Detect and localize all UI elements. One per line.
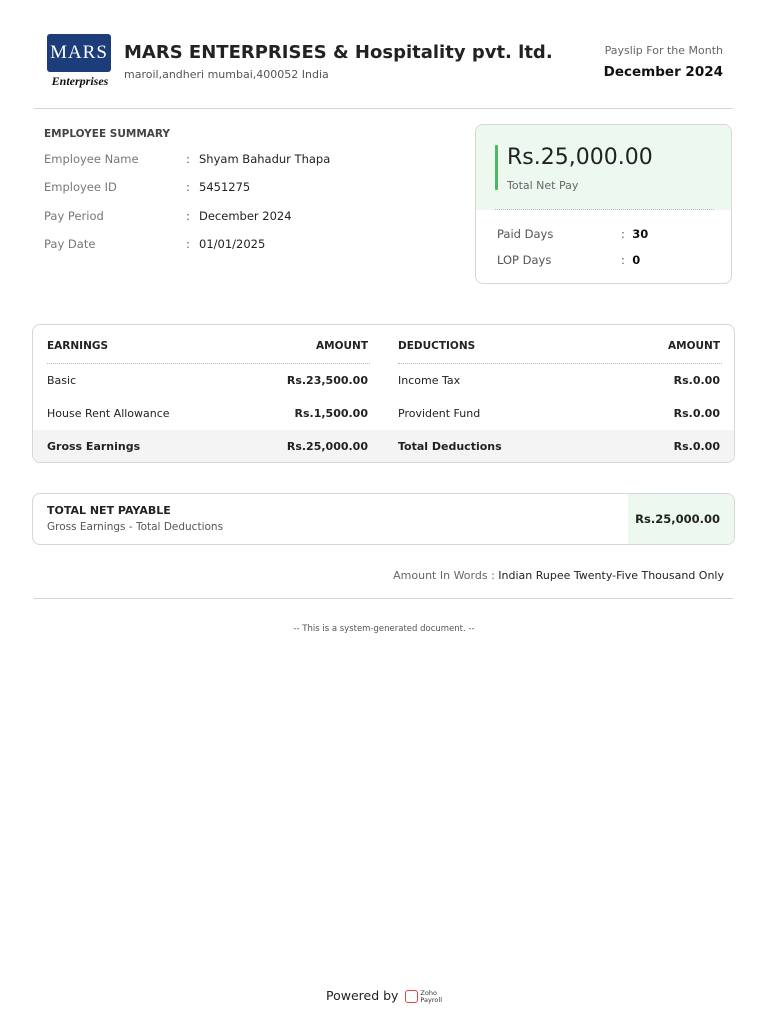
- employee-id-value: 5451275: [199, 180, 251, 194]
- gross-earnings-amount: Rs.25,000.00: [286, 440, 368, 453]
- net-pay-label: Total Net Pay: [507, 179, 579, 192]
- employee-name-value: Shyam Bahadur Thapa: [199, 152, 331, 166]
- company-address: maroil,andheri mumbai,400052 India: [124, 68, 329, 81]
- company-name: MARS ENTERPRISES & Hospitality pvt. ltd.: [124, 42, 553, 63]
- net-pay-divider: [495, 209, 714, 210]
- net-pay-amount: Rs.25,000.00: [507, 145, 653, 170]
- lop-days-value: 0: [632, 253, 641, 267]
- footer-divider: [34, 598, 733, 599]
- deduction-amount: Rs.0.00: [673, 374, 720, 387]
- powered-by: Powered by Zoho Payroll: [0, 988, 768, 1004]
- lop-days-label: LOP Days: [497, 253, 552, 267]
- lop-days-row: LOP Days: 0: [497, 253, 641, 267]
- amount-in-words: Amount In Words : Indian Rupee Twenty-Fi…: [393, 569, 724, 582]
- system-generated-note: -- This is a system-generated document. …: [293, 624, 475, 634]
- paid-days-label: Paid Days: [497, 227, 554, 241]
- net-pay-accent-bar: [495, 145, 498, 190]
- company-logo: MARS Enterprises: [44, 34, 116, 98]
- logo-subtext: Enterprises: [51, 74, 109, 88]
- row-label: Pay Date: [44, 237, 96, 251]
- pay-period-value: December 2024: [199, 209, 292, 223]
- deduction-label: Income Tax: [398, 374, 461, 387]
- earning-amount: Rs.1,500.00: [294, 407, 368, 420]
- pay-period-row: Pay Period: December 2024: [44, 209, 292, 223]
- header-divider: [34, 108, 733, 109]
- earnings-amount-header: AMOUNT: [316, 340, 368, 352]
- earnings-deductions-table: EARNINGS AMOUNT DEDUCTIONS AMOUNT Basic …: [32, 324, 735, 463]
- net-payable-subtitle: Gross Earnings - Total Deductions: [47, 521, 224, 533]
- earnings-header: EARNINGS: [47, 340, 109, 352]
- total-deductions-amount: Rs.0.00: [673, 440, 720, 453]
- row-label: Employee Name: [44, 152, 139, 166]
- payslip-month-label: Payslip For the Month: [604, 44, 723, 57]
- gross-earnings-label: Gross Earnings: [47, 440, 141, 453]
- paid-days-value: 30: [632, 227, 649, 241]
- payslip-month-value: December 2024: [603, 64, 723, 80]
- amount-in-words-value: Indian Rupee Twenty-Five Thousand Only: [498, 569, 724, 582]
- zoho-payroll-icon: [405, 990, 419, 1003]
- pay-date-value: 01/01/2025: [199, 237, 266, 251]
- net-payable-title: TOTAL NET PAYABLE: [47, 504, 171, 517]
- row-label: Employee ID: [44, 180, 117, 194]
- net-pay-card: Rs.25,000.00 Total Net Pay Paid Days: 30…: [475, 124, 732, 284]
- logo-mark: MARS: [47, 34, 111, 72]
- total-net-payable-box: TOTAL NET PAYABLE Gross Earnings - Total…: [32, 493, 735, 545]
- zoho-payroll-brand: Zoho Payroll: [420, 988, 442, 1004]
- net-payable-amount: Rs.25,000.00: [635, 512, 720, 526]
- deductions-header-divider: [398, 363, 722, 364]
- deductions-header: DEDUCTIONS: [398, 340, 476, 352]
- deduction-label: Provident Fund: [398, 407, 481, 420]
- powered-by-text: Powered by: [325, 988, 399, 1003]
- earnings-header-divider: [47, 363, 370, 364]
- earning-amount: Rs.23,500.00: [286, 374, 368, 387]
- row-label: Pay Period: [44, 209, 104, 223]
- table-row: House Rent Allowance: [47, 407, 170, 420]
- paid-days-row: Paid Days: 30: [497, 227, 649, 241]
- amount-in-words-label: Amount In Words :: [393, 569, 495, 582]
- deductions-amount-header: AMOUNT: [668, 340, 720, 352]
- pay-date-row: Pay Date:01/01/2025: [44, 237, 266, 251]
- employee-summary-title: EMPLOYEE SUMMARY: [44, 128, 171, 140]
- table-row: Basic: [47, 374, 77, 387]
- employee-id-row: Employee ID:5451275: [44, 180, 251, 194]
- deduction-amount: Rs.0.00: [673, 407, 720, 420]
- employee-name-row: Employee Name: Shyam Bahadur Thapa: [44, 152, 331, 166]
- total-deductions-label: Total Deductions: [398, 440, 502, 453]
- net-pay-highlight: Rs.25,000.00 Total Net Pay: [476, 125, 731, 210]
